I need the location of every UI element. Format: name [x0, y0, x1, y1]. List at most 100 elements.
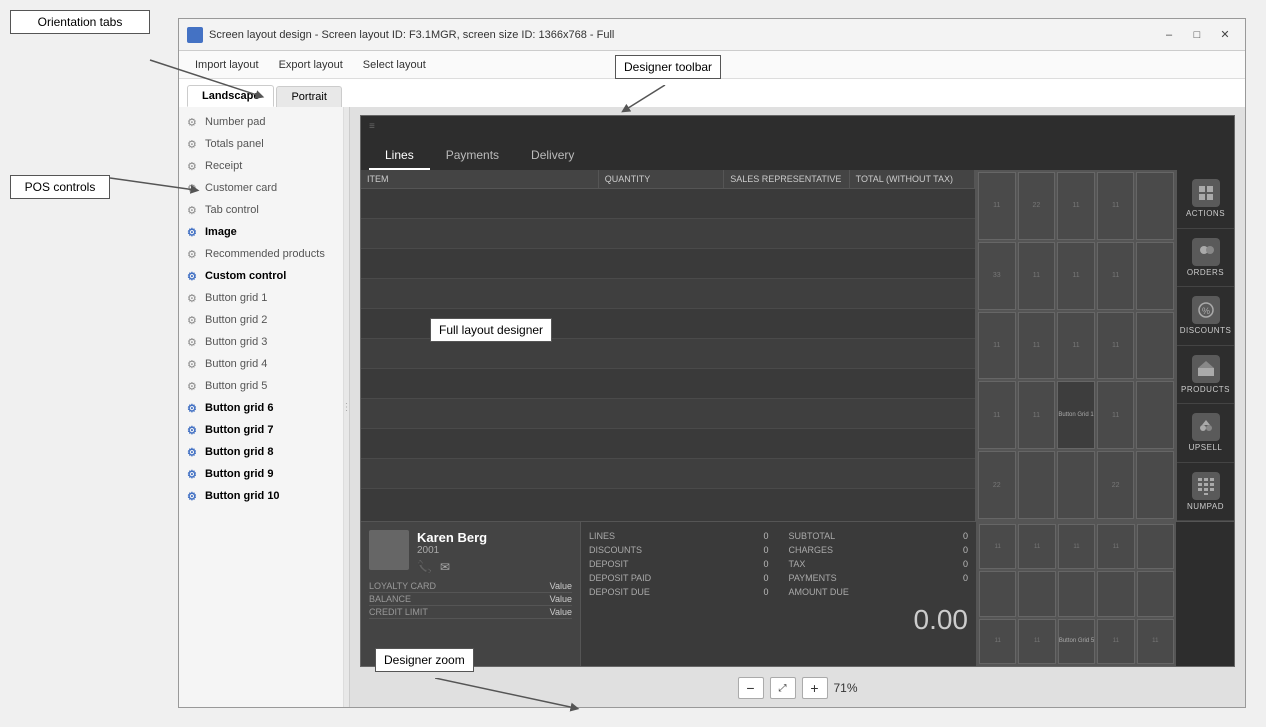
action-btn-actions[interactable]: ACTIONS: [1177, 170, 1234, 229]
upsell-icon: [1192, 413, 1220, 441]
bottom-button-grids: 11 11 11 11 11 11 Button Grid 5 11: [976, 522, 1176, 666]
sidebar-item-button-grid-1[interactable]: ⚙ Button grid 1: [179, 287, 343, 309]
bottom-grid-cell[interactable]: 11: [1137, 619, 1174, 664]
designer-canvas: ≡ Lines Payments Delivery: [350, 107, 1245, 707]
grid-cell[interactable]: 11: [978, 312, 1016, 380]
grid-cell[interactable]: 11: [1018, 381, 1056, 449]
bottom-grid-cell[interactable]: [1137, 524, 1174, 569]
grid-cell[interactable]: [1136, 312, 1174, 380]
pos-bottom-panel: Karen Berg 2001 📞 ✉ LOYALTY CARD: [361, 521, 1234, 666]
grid-cell[interactable]: 11: [1097, 312, 1135, 380]
sidebar-item-custom-control[interactable]: ⚙ Custom control: [179, 265, 343, 287]
close-button[interactable]: ✕: [1213, 25, 1237, 45]
grid-cell[interactable]: 11: [978, 381, 1016, 449]
bottom-grid-cell[interactable]: 11: [1097, 524, 1134, 569]
grid-cell[interactable]: [1057, 451, 1095, 519]
bottom-grid-cell[interactable]: 11: [1058, 524, 1095, 569]
sidebar-item-image[interactable]: ⚙ Image: [179, 221, 343, 243]
gear-icon: ⚙: [187, 160, 199, 172]
app-icon: [187, 27, 203, 43]
grid-cell[interactable]: 22: [1018, 172, 1056, 240]
gear-icon: ⚙: [187, 248, 199, 260]
orientation-tabs-callout: Orientation tabs: [10, 10, 150, 34]
action-btn-upsell[interactable]: UPSELL: [1177, 404, 1234, 463]
grid-cell[interactable]: 22: [1097, 451, 1135, 519]
pos-tab-lines[interactable]: Lines: [369, 142, 430, 170]
bottom-grid-cell[interactable]: [1058, 571, 1095, 616]
export-layout-menu[interactable]: Export layout: [269, 55, 353, 75]
import-layout-menu[interactable]: Import layout: [185, 55, 269, 75]
sidebar-item-recommended-products[interactable]: ⚙ Recommended products: [179, 243, 343, 265]
grid-cell[interactable]: 11: [1057, 242, 1095, 310]
zoom-in-button[interactable]: +: [801, 677, 827, 699]
table-row: [361, 189, 975, 219]
bottom-grid-cell[interactable]: 11: [979, 524, 1016, 569]
action-btn-products[interactable]: PRODUCTS: [1177, 346, 1234, 405]
action-btn-numpad[interactable]: NUMPAD: [1177, 463, 1234, 522]
customer-panel: Karen Berg 2001 📞 ✉ LOYALTY CARD: [361, 522, 581, 666]
grid-cell[interactable]: 33: [978, 242, 1016, 310]
gear-icon: ⚙: [187, 402, 199, 414]
grid-cell-button-grid-1[interactable]: Button Grid 1: [1057, 381, 1095, 449]
maximize-button[interactable]: □: [1185, 25, 1209, 45]
sidebar-item-totals-panel[interactable]: ⚙ Totals panel: [179, 133, 343, 155]
bottom-grid-cell-button-grid-5[interactable]: Button Grid 5: [1058, 619, 1095, 664]
grid-cell[interactable]: 22: [978, 451, 1016, 519]
bottom-grid-cell[interactable]: 11: [1018, 619, 1055, 664]
select-layout-menu[interactable]: Select layout: [353, 55, 436, 75]
bottom-grid-cell[interactable]: 11: [1097, 619, 1134, 664]
landscape-tab[interactable]: Landscape: [187, 85, 274, 107]
portrait-tab[interactable]: Portrait: [276, 86, 341, 107]
actions-icon: [1192, 179, 1220, 207]
pos-tab-delivery[interactable]: Delivery: [515, 142, 590, 170]
grid-cell[interactable]: 11: [1018, 242, 1056, 310]
col-sales-rep: SALES REPRESENTATIVE: [724, 170, 849, 188]
minimize-button[interactable]: –: [1157, 25, 1181, 45]
table-row: [361, 249, 975, 279]
grid-cell[interactable]: 11: [1057, 172, 1095, 240]
sidebar-item-button-grid-8[interactable]: ⚙ Button grid 8: [179, 441, 343, 463]
grid-cell[interactable]: 11: [1057, 312, 1095, 380]
pos-button-grids: 11 22 11 11 33 11 11 11 11 11: [976, 170, 1176, 521]
bottom-grid-cell[interactable]: [1137, 571, 1174, 616]
grid-cell[interactable]: [1136, 242, 1174, 310]
pos-main-area: ITEM QUANTITY SALES REPRESENTATIVE TOTAL…: [361, 170, 1234, 521]
sidebar-item-button-grid-9[interactable]: ⚙ Button grid 9: [179, 463, 343, 485]
window-title: Screen layout design - Screen layout ID:…: [209, 29, 1157, 41]
bottom-grid-cell[interactable]: 11: [1018, 524, 1055, 569]
sidebar-item-customer-card[interactable]: ⚙ Customer card: [179, 177, 343, 199]
sidebar-item-button-grid-10[interactable]: ⚙ Button grid 10: [179, 485, 343, 507]
sidebar-item-button-grid-5[interactable]: ⚙ Button grid 5: [179, 375, 343, 397]
grid-cell[interactable]: [1136, 381, 1174, 449]
grid-cell[interactable]: [1136, 451, 1174, 519]
sidebar-item-button-grid-6[interactable]: ⚙ Button grid 6: [179, 397, 343, 419]
sidebar-item-button-grid-4[interactable]: ⚙ Button grid 4: [179, 353, 343, 375]
sidebar-item-tab-control[interactable]: ⚙ Tab control: [179, 199, 343, 221]
grid-cell[interactable]: [1136, 172, 1174, 240]
pos-tab-payments[interactable]: Payments: [430, 142, 515, 170]
orders-icon: [1192, 238, 1220, 266]
grid-cell[interactable]: [1018, 451, 1056, 519]
action-btn-discounts[interactable]: % DISCOUNTS: [1177, 287, 1234, 346]
sidebar-item-button-grid-3[interactable]: ⚙ Button grid 3: [179, 331, 343, 353]
bottom-grid-cell[interactable]: [1018, 571, 1055, 616]
total-discounts: DISCOUNTS 0: [589, 544, 769, 556]
grid-cell[interactable]: 11: [1097, 381, 1135, 449]
sidebar-item-button-grid-2[interactable]: ⚙ Button grid 2: [179, 309, 343, 331]
sidebar-item-button-grid-7[interactable]: ⚙ Button grid 7: [179, 419, 343, 441]
grid-cell[interactable]: 11: [1097, 242, 1135, 310]
table-row: [361, 369, 975, 399]
zoom-fit-button[interactable]: ⤢: [769, 677, 795, 699]
sidebar-item-number-pad[interactable]: ⚙ Number pad: [179, 111, 343, 133]
grid-cell[interactable]: 11: [1018, 312, 1056, 380]
bottom-grid-cell[interactable]: 11: [979, 619, 1016, 664]
action-btn-orders[interactable]: ORDERS: [1177, 229, 1234, 288]
zoom-out-button[interactable]: −: [737, 677, 763, 699]
bottom-grid-cell[interactable]: [1097, 571, 1134, 616]
gear-icon: ⚙: [187, 292, 199, 304]
bottom-grid-cell[interactable]: [979, 571, 1016, 616]
grid-cell[interactable]: 11: [978, 172, 1016, 240]
zoom-bar: − ⤢ + 71%: [737, 677, 857, 699]
grid-cell[interactable]: 11: [1097, 172, 1135, 240]
sidebar-item-receipt[interactable]: ⚙ Receipt: [179, 155, 343, 177]
